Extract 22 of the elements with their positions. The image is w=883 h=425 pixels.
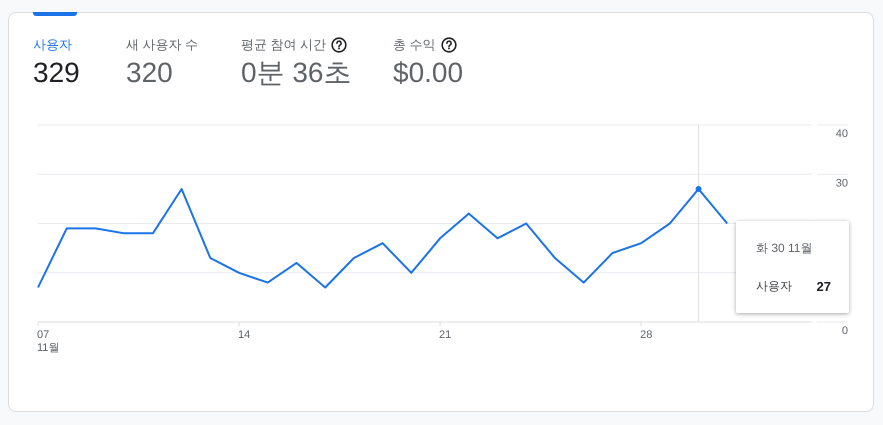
- metric-value: 329: [33, 56, 81, 90]
- tooltip-series: 사용자: [756, 278, 792, 295]
- metric-value: 320: [126, 56, 174, 90]
- metric-value: $0.00: [393, 56, 464, 90]
- y-axis-label: 30: [836, 177, 848, 190]
- metric-tab[interactable]: 평균 참여 시간: [241, 35, 326, 55]
- x-axis-label: 07: [37, 329, 50, 341]
- x-axis-label: 28: [640, 329, 652, 341]
- tooltip-date: 화 30 11월: [756, 240, 814, 257]
- help-icon[interactable]: [331, 37, 348, 53]
- help-icon[interactable]: [440, 37, 457, 53]
- metric-tab[interactable]: 새 사용자 수: [126, 35, 198, 55]
- tooltip-value: 27: [816, 278, 831, 296]
- hover-point: [696, 186, 702, 192]
- metric-tab[interactable]: 총 수익: [393, 35, 436, 55]
- month-label: 11월: [37, 342, 60, 354]
- metric-value: 0분 36초: [241, 56, 352, 90]
- y-axis-label: 40: [836, 128, 848, 140]
- x-axis-label: 14: [238, 329, 250, 341]
- x-axis-label: 21: [439, 329, 452, 341]
- y-axis-label: 0: [842, 325, 848, 337]
- metric-tab[interactable]: 사용자: [33, 35, 72, 55]
